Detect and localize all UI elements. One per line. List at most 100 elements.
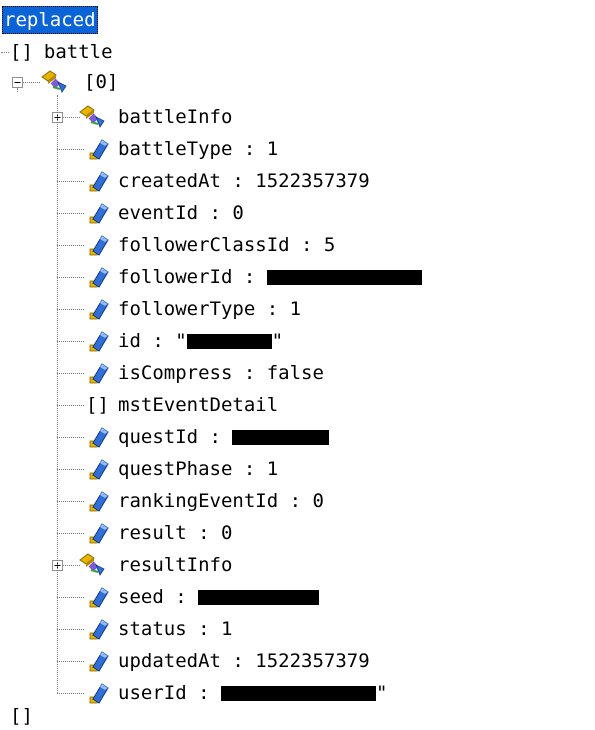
tree-connector-line (57, 629, 84, 630)
property-icon (84, 425, 110, 449)
redacted-value (198, 590, 320, 605)
property-icon (84, 617, 110, 641)
tree-node-battle[interactable]: [] battle (10, 38, 113, 66)
field-value: 0 (220, 522, 233, 544)
tree-node-isCompress[interactable]: isCompress : false (118, 359, 324, 387)
property-icon (84, 137, 110, 161)
object-node-icon (78, 551, 105, 576)
field-separator: : (232, 362, 267, 384)
field-key: seed (118, 586, 164, 608)
tree-node-battleInfo[interactable]: battleInfo (118, 103, 232, 131)
tree-connector-line (23, 82, 40, 83)
field-value: " (175, 330, 187, 352)
tree-node-followerType[interactable]: followerType : 1 (118, 295, 301, 323)
tree-connector-line (1, 52, 9, 53)
tree-node-userId[interactable]: userId : " (118, 679, 387, 707)
property-icon (84, 329, 110, 353)
property-icon (84, 201, 110, 225)
property-icon (84, 297, 110, 321)
tree-connector-line (57, 405, 84, 406)
property-icon (84, 521, 110, 545)
field-separator: : (232, 138, 267, 160)
tree-node-item-0[interactable]: [0] (84, 68, 118, 96)
field-separator: : (220, 650, 256, 672)
redacted-value (186, 334, 272, 349)
field-key: mstEventDetail (118, 394, 279, 416)
property-icon (84, 489, 110, 513)
field-key: questId (118, 426, 199, 448)
redacted-value (220, 686, 376, 701)
redacted-value (232, 430, 330, 445)
tree-connector-line (57, 341, 84, 342)
property-icon (84, 233, 110, 257)
tree-node-followerClassId[interactable]: followerClassId : 5 (118, 231, 335, 259)
tree-node-rankingEventId[interactable]: rankingEventId : 0 (118, 487, 324, 515)
field-key: isCompress (118, 362, 233, 384)
tree-connector-line (57, 213, 84, 214)
tree-connector-line (57, 181, 84, 182)
tree-connector-line (57, 597, 84, 598)
field-key: id (118, 330, 141, 352)
property-icon (84, 681, 110, 705)
tree-node-mstEventDetail[interactable]: [] mstEventDetail (86, 391, 279, 419)
tree-node-status[interactable]: status : 1 (118, 615, 232, 643)
tree-connector-line (57, 245, 84, 246)
tree-node-questId[interactable]: questId : (118, 423, 330, 451)
tree-node-eventId[interactable]: eventId : 0 (118, 199, 244, 227)
field-key: result (118, 522, 187, 544)
field-value: 0 (312, 490, 324, 512)
field-separator: : (232, 458, 267, 480)
item-0-label: [0] (84, 71, 119, 93)
tree-node-battleType[interactable]: battleType : 1 (118, 135, 278, 163)
property-icon (84, 265, 110, 289)
field-key: rankingEventId (118, 490, 279, 512)
field-key: followerId (118, 266, 233, 288)
tree-connector-line (57, 95, 58, 693)
tree-connector-line (57, 693, 84, 694)
tree-node-createdAt[interactable]: createdAt : 1522357379 (118, 167, 370, 195)
tree-connector-line (17, 88, 18, 92)
field-key: followerClassId (118, 234, 290, 256)
tree-node-followerId[interactable]: followerId : (118, 263, 422, 291)
redacted-value (266, 270, 422, 285)
field-separator: : (198, 202, 233, 224)
array-brackets-icon: [] (10, 705, 33, 727)
field-key: userId (118, 682, 187, 704)
field-separator: : (220, 170, 256, 192)
battle-node-label: battle (43, 41, 113, 63)
field-separator: : (255, 298, 290, 320)
tree-node-questPhase[interactable]: questPhase : 1 (118, 455, 278, 483)
field-key: updatedAt (118, 650, 221, 672)
tree-connector-line (57, 149, 84, 150)
field-value: 1 (289, 298, 302, 320)
tree-node-next[interactable]: [] (10, 702, 33, 730)
property-icon (84, 361, 110, 385)
tree-node-result[interactable]: result : 0 (118, 519, 232, 547)
field-separator: : (163, 586, 199, 608)
root-node-label: replaced (2, 6, 98, 34)
field-key: resultInfo (118, 554, 233, 576)
field-key: status (118, 618, 187, 640)
property-icon (84, 457, 110, 481)
tree-node-updatedAt[interactable]: updatedAt : 1522357379 (118, 647, 370, 675)
tree-connector-line (57, 373, 84, 374)
field-value: 1522357379 (255, 650, 370, 672)
field-separator: : (278, 490, 313, 512)
tree-node-id[interactable]: id : " " (118, 327, 283, 355)
tree-node-seed[interactable]: seed : (118, 583, 320, 611)
tree-node-root[interactable]: replaced (2, 6, 98, 34)
tree-connector-line (57, 661, 84, 662)
field-key: eventId (118, 202, 199, 224)
tree-connector-line (57, 437, 84, 438)
property-icon (84, 649, 110, 673)
field-value: 1522357379 (255, 170, 370, 192)
property-icon (84, 585, 110, 609)
array-brackets-icon: [] (10, 41, 33, 63)
collapse-item0-button[interactable] (12, 77, 23, 88)
json-tree-view[interactable]: replaced [] battle [0] battleInfo battleType … (0, 0, 595, 727)
array-brackets-icon: [] (86, 394, 109, 416)
tree-node-resultInfo[interactable]: resultInfo (118, 551, 232, 579)
field-value-end: " (271, 330, 284, 352)
field-key: battleInfo (118, 106, 233, 128)
field-value: 1 (266, 458, 279, 480)
